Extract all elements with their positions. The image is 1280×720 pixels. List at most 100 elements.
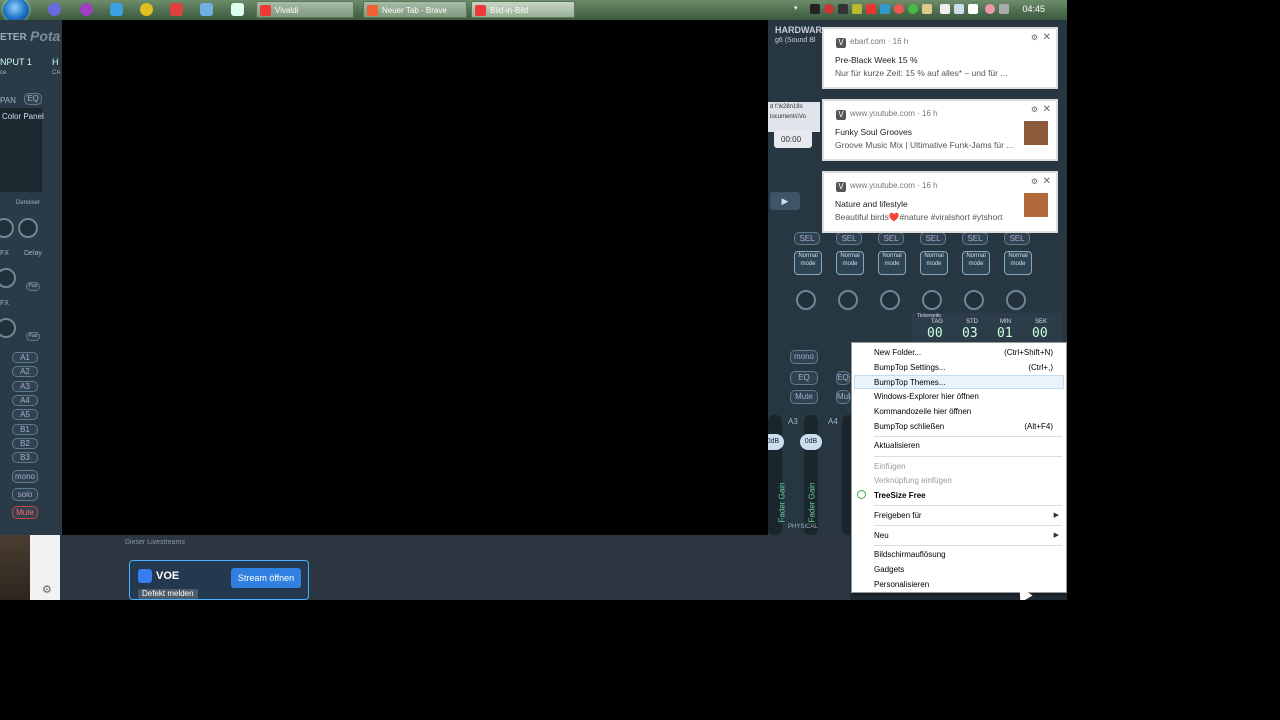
menu-item-bumptop-themes[interactable]: BumpTop Themes... — [874, 378, 945, 387]
notification-card[interactable]: Vwww.youtube.com · 16 h ⚙ ✕ Nature and life… — [822, 171, 1058, 233]
menu-item-bumptop-close[interactable]: BumpTop schließen — [874, 422, 944, 431]
menu-item-paste[interactable]: Einfügen — [874, 462, 906, 471]
mono-button[interactable]: mono — [12, 470, 38, 483]
normal-mode-button[interactable]: Normal mode — [836, 251, 864, 275]
pan-label[interactable]: PAN — [0, 96, 16, 105]
app-icon[interactable] — [231, 3, 244, 16]
menu-item-screen-resolution[interactable]: Bildschirmauflösung — [874, 550, 946, 559]
normal-mode-button[interactable]: Normal mode — [920, 251, 948, 275]
app-icon[interactable] — [80, 3, 93, 16]
normal-mode-button[interactable]: Normal mode — [878, 251, 906, 275]
tray-icon[interactable] — [894, 4, 904, 14]
normal-mode-button[interactable]: Normal mode — [1004, 251, 1032, 275]
sel-button[interactable]: SEL — [920, 232, 946, 245]
eq-button[interactable]: EQ — [790, 371, 818, 385]
bus-button[interactable]: A4 — [12, 394, 38, 406]
close-icon[interactable]: ✕ — [1043, 32, 1051, 43]
tray-icon[interactable] — [940, 4, 950, 14]
taskbar-button-vivaldi[interactable]: Vivaldi — [256, 1, 354, 18]
normal-mode-button[interactable]: Normal mode — [962, 251, 990, 275]
report-defect-button[interactable]: Defekt melden — [138, 589, 198, 599]
notification-card[interactable]: Vebarf.com · 16 h ⚙ ✕ Pre-Black Week 15 % Nu… — [822, 27, 1058, 89]
app-icon[interactable] — [170, 3, 183, 16]
pad-button[interactable]: Pad — [26, 332, 40, 341]
knob[interactable] — [1006, 290, 1026, 310]
color-panel[interactable]: Color Panel — [0, 108, 44, 192]
solo-button[interactable]: solo — [12, 488, 38, 501]
mute-button[interactable]: Mute — [836, 390, 855, 404]
play-button[interactable]: ▶ — [770, 192, 800, 210]
tray-icon[interactable] — [954, 4, 964, 14]
tray-icon[interactable] — [922, 4, 932, 14]
denoiser-knob[interactable] — [18, 218, 38, 238]
notification-card[interactable]: Vwww.youtube.com · 16 h ⚙ ✕ Funky Soul Groo… — [822, 99, 1058, 161]
tray-icon[interactable] — [852, 4, 862, 14]
gear-icon[interactable]: ⚙ — [1031, 33, 1038, 42]
menu-item-share[interactable]: Freigeben für — [874, 511, 922, 520]
normal-mode-button[interactable]: Normal mode — [794, 251, 822, 275]
app-icon[interactable] — [110, 3, 123, 16]
bus-button[interactable]: B3 — [12, 452, 38, 464]
fader-knob[interactable]: 0dB — [800, 434, 822, 450]
sel-button[interactable]: SEL — [962, 232, 988, 245]
app-icon[interactable] — [140, 3, 153, 16]
gear-icon[interactable]: ⚙ — [1031, 105, 1038, 114]
bus-button[interactable]: A2 — [12, 366, 38, 378]
tray-icon[interactable] — [838, 4, 848, 14]
sel-button[interactable]: SEL — [1004, 232, 1030, 245]
menu-item-cmd-open[interactable]: Kommandozeile hier öffnen — [874, 407, 971, 416]
app-icon[interactable] — [48, 3, 61, 16]
menu-item-explorer-open[interactable]: Windows-Explorer hier öffnen — [874, 392, 979, 401]
bus-button[interactable]: A5 — [12, 409, 38, 421]
knob[interactable] — [0, 318, 16, 338]
picture-in-picture-video[interactable] — [62, 20, 768, 545]
menu-item-new-folder[interactable]: New Folder... — [874, 348, 921, 357]
tray-icon[interactable] — [968, 4, 978, 14]
menu-item-paste-shortcut[interactable]: Verknüpfung einfügen — [874, 476, 952, 485]
eq-button[interactable]: EQ — [24, 93, 42, 105]
bus-button[interactable]: A3 — [12, 380, 38, 392]
menu-item-gadgets[interactable]: Gadgets — [874, 565, 904, 574]
close-icon[interactable]: ✕ — [1043, 104, 1051, 115]
mono-button[interactable]: mono — [790, 350, 818, 364]
bus-button[interactable]: B1 — [12, 423, 38, 435]
eq-button[interactable]: EQ — [836, 371, 850, 385]
knob[interactable] — [796, 290, 816, 310]
menu-item-personalize[interactable]: Personalisieren — [874, 580, 929, 589]
start-orb-icon[interactable] — [3, 0, 29, 22]
knob[interactable] — [964, 290, 984, 310]
mute-button[interactable]: Mute — [790, 390, 818, 404]
knob[interactable] — [838, 290, 858, 310]
taskbar-button-brave[interactable]: Neuer Tab - Brave — [363, 1, 467, 18]
tray-icon[interactable] — [810, 4, 820, 14]
sel-button[interactable]: SEL — [878, 232, 904, 245]
gear-icon[interactable]: ⚙ — [42, 583, 52, 596]
sel-button[interactable]: SEL — [836, 232, 862, 245]
bus-button[interactable]: B2 — [12, 437, 38, 449]
knob[interactable] — [922, 290, 942, 310]
menu-item-treesize[interactable]: TreeSize Free — [874, 491, 926, 500]
app-icon[interactable] — [200, 3, 213, 16]
pad-button[interactable]: Pad — [26, 282, 40, 291]
tray-icon[interactable] — [880, 4, 890, 14]
mute-button[interactable]: Mute — [12, 506, 38, 519]
stream-open-button[interactable]: Stream öffnen — [231, 568, 301, 588]
knob[interactable] — [0, 218, 14, 238]
bus-button[interactable]: A1 — [12, 352, 38, 363]
tray-expand-icon[interactable]: ▾ — [794, 4, 800, 14]
taskbar-button-pip[interactable]: Bild-in-Bild — [471, 1, 575, 18]
sel-button[interactable]: SEL — [794, 232, 820, 245]
tray-icon[interactable] — [985, 4, 995, 14]
tray-icon[interactable] — [999, 4, 1009, 14]
close-icon[interactable]: ✕ — [1043, 176, 1051, 187]
menu-item-new[interactable]: Neu — [874, 531, 889, 540]
tray-icon[interactable] — [824, 4, 834, 14]
tray-icon[interactable] — [908, 4, 918, 14]
menu-item-bumptop-settings[interactable]: BumpTop Settings... — [874, 363, 946, 372]
knob[interactable] — [0, 268, 16, 288]
taskbar-clock[interactable]: 04:45 — [1022, 4, 1045, 14]
gear-icon[interactable]: ⚙ — [1031, 177, 1038, 186]
knob[interactable] — [880, 290, 900, 310]
tray-icon[interactable] — [866, 4, 876, 14]
menu-item-refresh[interactable]: Aktualisieren — [874, 441, 920, 450]
